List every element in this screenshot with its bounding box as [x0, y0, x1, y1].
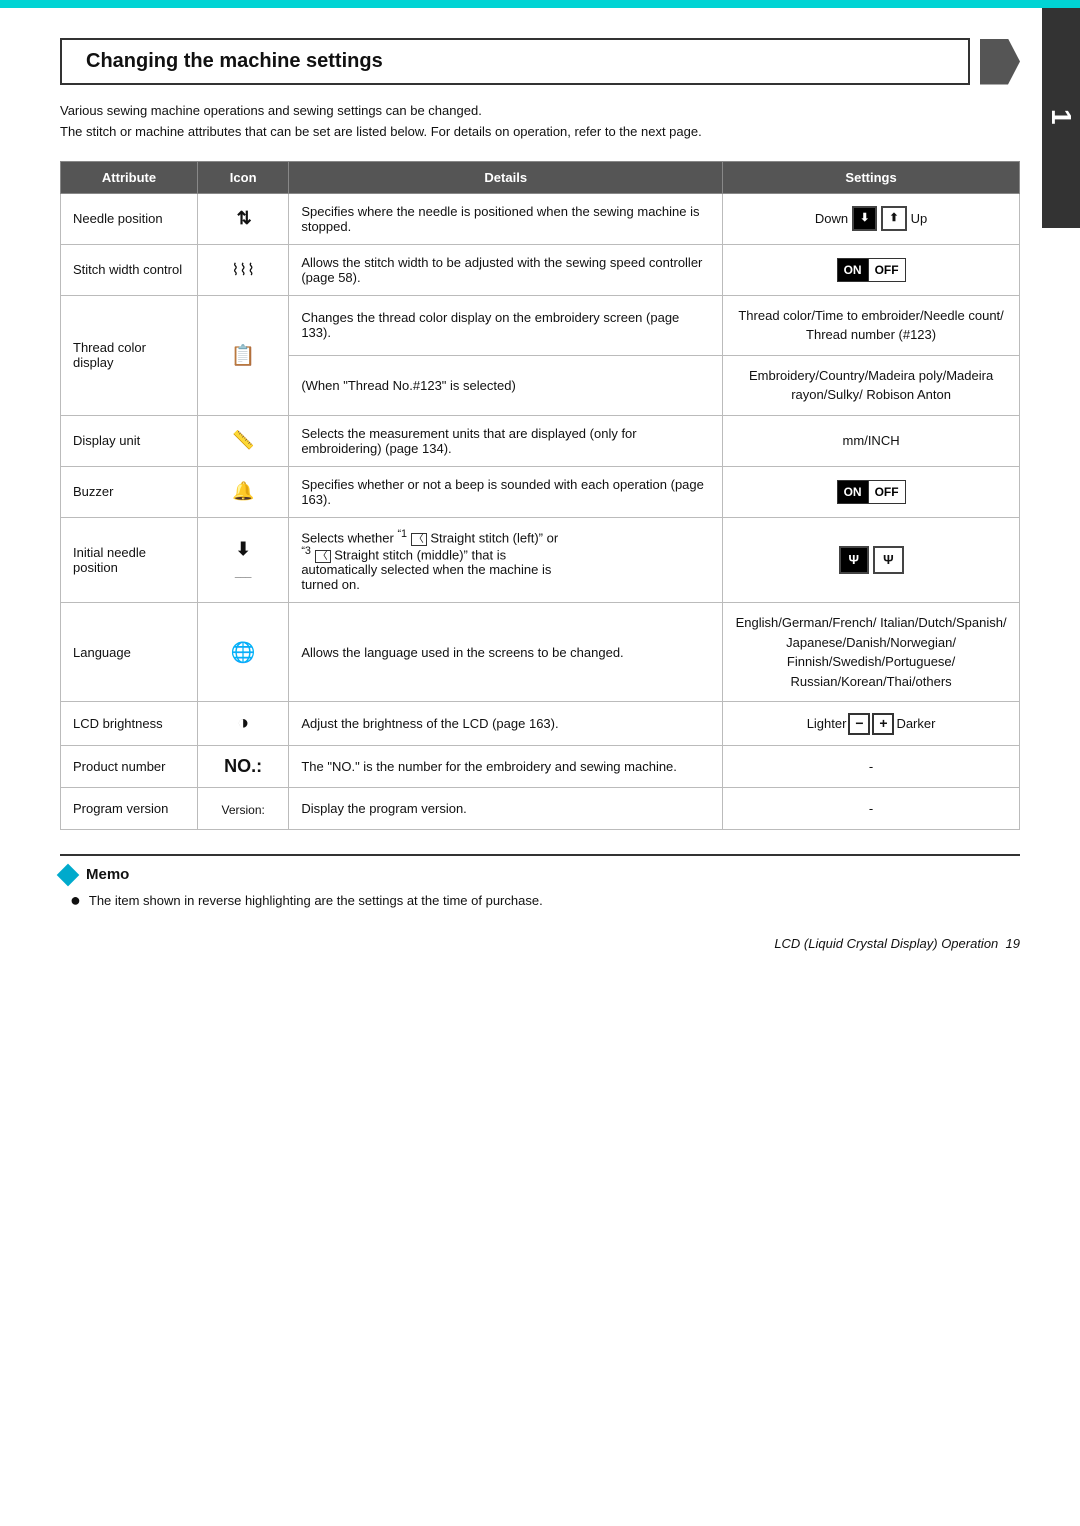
- table-row: Program version Version: Display the pro…: [61, 788, 1020, 830]
- down-btn: ⬇: [852, 206, 877, 231]
- up-btn: ⬆: [881, 206, 906, 231]
- settings-lcd-brightness: Lighter − + Darker: [723, 702, 1020, 746]
- memo-item: ● The item shown in reverse highlighting…: [70, 891, 1020, 911]
- buzzer-on-label: ON: [837, 480, 869, 504]
- table-row: Product number NO.: The "NO." is the num…: [61, 746, 1020, 788]
- settings-initial-needle: Ψ Ψ: [723, 517, 1020, 603]
- program-version-icon: Version:: [198, 788, 289, 830]
- memo-diamond-icon: [57, 863, 80, 886]
- settings-stitch-width: ON OFF: [723, 244, 1020, 295]
- attr-program-version: Program version: [61, 788, 198, 830]
- settings-thread-color-1: Thread color/Time to embroider/Needle co…: [723, 295, 1020, 355]
- initial-needle-icon: ⬇___: [198, 517, 289, 603]
- table-row: Display unit 📏 Selects the measurement u…: [61, 415, 1020, 466]
- down-label: Down: [815, 209, 848, 229]
- attr-display-unit: Display unit: [61, 415, 198, 466]
- details-thread-color-2: (When "Thread No.#123" is selected): [289, 355, 723, 415]
- header-icon: Icon: [198, 161, 289, 193]
- header-settings: Settings: [723, 161, 1020, 193]
- table-row: Thread colordisplay 📋 Changes the thread…: [61, 295, 1020, 355]
- darker-label: Darker: [896, 714, 935, 734]
- details-needle-position: Specifies where the needle is positioned…: [289, 193, 723, 244]
- details-stitch-width: Allows the stitch width to be adjusted w…: [289, 244, 723, 295]
- table-row: Stitch width control ⌇⌇⌇ Allows the stit…: [61, 244, 1020, 295]
- settings-table: Attribute Icon Details Settings Needle p…: [60, 161, 1020, 831]
- details-buzzer: Specifies whether or not a beep is sound…: [289, 466, 723, 517]
- memo-title-text: Memo: [86, 866, 129, 883]
- memo-section: Memo ● The item shown in reverse highlig…: [60, 854, 1020, 911]
- memo-item-text: The item shown in reverse highlighting a…: [89, 891, 543, 911]
- details-product-number: The "NO." is the number for the embroide…: [289, 746, 723, 788]
- intro-line-1: Various sewing machine operations and se…: [60, 101, 1020, 122]
- settings-display-unit: mm/INCH: [723, 415, 1020, 466]
- intro-text: Various sewing machine operations and se…: [60, 101, 1020, 143]
- footer-page: 19: [1006, 936, 1020, 951]
- details-thread-color-1: Changes the thread color display on the …: [289, 295, 723, 355]
- section-title: Changing the machine settings: [60, 38, 970, 85]
- stitch-width-icon: ⌇⌇⌇: [198, 244, 289, 295]
- chapter-number: 1: [1045, 109, 1077, 127]
- details-initial-needle: Selects whether “1 〈 Straight stitch (le…: [289, 517, 723, 603]
- attr-lcd-brightness: LCD brightness: [61, 702, 198, 746]
- settings-needle-position: Down ⬇ ⬆ Up: [723, 193, 1020, 244]
- off-label: OFF: [869, 258, 906, 282]
- footer-text: LCD (Liquid Crystal Display) Operation: [774, 936, 998, 951]
- language-icon: 🌐: [198, 603, 289, 702]
- attr-language: Language: [61, 603, 198, 702]
- table-row: Language 🌐 Allows the language used in t…: [61, 603, 1020, 702]
- attr-buzzer: Buzzer: [61, 466, 198, 517]
- settings-language: English/German/French/ Italian/Dutch/Spa…: [723, 603, 1020, 702]
- plus-btn: +: [872, 713, 894, 735]
- display-unit-icon: 📏: [198, 415, 289, 466]
- needle-position-icon: ⇅: [198, 193, 289, 244]
- lighter-label: Lighter: [807, 714, 847, 734]
- table-row: Buzzer 🔔 Specifies whether or not a beep…: [61, 466, 1020, 517]
- memo-title: Memo: [60, 866, 1020, 883]
- needle-init-btn-1: Ψ: [839, 546, 870, 574]
- buzzer-off-label: OFF: [869, 480, 906, 504]
- section-header: Changing the machine settings: [60, 38, 1020, 85]
- attr-initial-needle: Initial needle position: [61, 517, 198, 603]
- footer: LCD (Liquid Crystal Display) Operation 1…: [774, 936, 1020, 951]
- details-display-unit: Selects the measurement units that are d…: [289, 415, 723, 466]
- table-row: LCD brightness ◑ Adjust the brightness o…: [61, 702, 1020, 746]
- attr-thread-color: Thread colordisplay: [61, 295, 198, 415]
- settings-program-version: -: [723, 788, 1020, 830]
- settings-buzzer: ON OFF: [723, 466, 1020, 517]
- lcd-brightness-icon: ◑: [198, 702, 289, 746]
- needle-init-btn-3: Ψ: [873, 546, 904, 574]
- version-label: Version:: [221, 803, 264, 817]
- bullet-icon: ●: [70, 891, 81, 909]
- header-details: Details: [289, 161, 723, 193]
- section-arrow-icon: [980, 39, 1020, 85]
- intro-line-2: The stitch or machine attributes that ca…: [60, 122, 1020, 143]
- settings-thread-color-2: Embroidery/Country/Madeira poly/Madeira …: [723, 355, 1020, 415]
- thread-color-icon: 📋: [198, 295, 289, 415]
- attr-stitch-width: Stitch width control: [61, 244, 198, 295]
- details-program-version: Display the program version.: [289, 788, 723, 830]
- on-label: ON: [837, 258, 869, 282]
- product-number-icon: NO.:: [198, 746, 289, 788]
- up-label: Up: [911, 209, 928, 229]
- product-number-label: NO.:: [224, 756, 262, 776]
- attr-product-number: Product number: [61, 746, 198, 788]
- chapter-tab: 1: [1042, 8, 1080, 228]
- buzzer-icon: 🔔: [198, 466, 289, 517]
- details-language: Allows the language used in the screens …: [289, 603, 723, 702]
- table-row: Needle position ⇅ Specifies where the ne…: [61, 193, 1020, 244]
- table-row: Initial needle position ⬇___ Selects whe…: [61, 517, 1020, 603]
- attr-needle-position: Needle position: [61, 193, 198, 244]
- details-lcd-brightness: Adjust the brightness of the LCD (page 1…: [289, 702, 723, 746]
- settings-product-number: -: [723, 746, 1020, 788]
- minus-btn: −: [848, 713, 870, 735]
- top-bar: [0, 0, 1080, 8]
- header-attribute: Attribute: [61, 161, 198, 193]
